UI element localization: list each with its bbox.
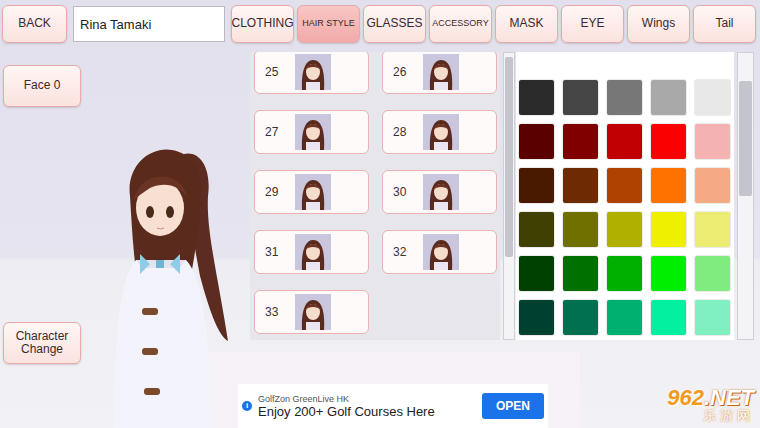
hair-thumbnail [295,294,331,330]
top-bar: BACKRina TamakiCLOTHINGHAIR STYLEGLASSES… [0,0,760,44]
face-button[interactable]: Face 0 [3,65,81,107]
character-model[interactable] [100,136,250,428]
color-swatch[interactable] [607,124,642,159]
color-swatch[interactable] [651,300,686,335]
color-palette [516,52,734,340]
ad-headline: Enjoy 200+ Golf Courses Here [258,404,476,419]
color-swatch[interactable] [563,256,598,291]
hair-thumbnail [423,174,459,210]
name-field[interactable]: Rina Tamaki [73,6,225,42]
color-swatch[interactable] [695,300,730,335]
hair-style-item[interactable]: 33 [254,290,369,334]
category-tabs: CLOTHINGHAIR STYLEGLASSESACCESSORYMASKEY… [231,5,756,43]
hair-thumbnail [423,54,459,90]
color-swatch[interactable] [563,212,598,247]
watermark: 962.NET乐游网 [667,387,754,422]
color-swatch[interactable] [651,256,686,291]
character-editor: BACKRina TamakiCLOTHINGHAIR STYLEGLASSES… [0,0,760,428]
color-swatch[interactable] [519,80,554,115]
hair-style-item[interactable]: 27 [254,110,369,154]
back-button[interactable]: BACK [2,5,67,43]
hair-style-item[interactable]: 32 [382,230,497,274]
color-swatch[interactable] [607,212,642,247]
color-swatch[interactable] [695,212,730,247]
ad-advertiser: GolfZon GreenLive HK [258,394,476,404]
category-tab[interactable]: CLOTHING [231,5,294,43]
hair-thumbnail [295,174,331,210]
color-swatch[interactable] [695,168,730,203]
color-swatch[interactable] [651,212,686,247]
color-swatch[interactable] [563,300,598,335]
hair-style-item[interactable]: 30 [382,170,497,214]
hair-style-item[interactable]: 31 [254,230,369,274]
ad-area: i GolfZon GreenLive HKEnjoy 200+ Golf Cou… [185,352,580,428]
color-swatch[interactable] [651,168,686,203]
character-change-button[interactable]: Character Change [3,322,81,364]
category-tab[interactable]: ACCESSORY [429,5,492,43]
color-swatch[interactable] [519,256,554,291]
hair-style-item[interactable]: 25 [254,52,369,94]
hair-thumbnail [295,234,331,270]
hair-style-item[interactable]: 28 [382,110,497,154]
color-swatch[interactable] [519,300,554,335]
color-swatch[interactable] [695,124,730,159]
category-tab[interactable]: EYE [561,5,624,43]
color-swatch[interactable] [651,124,686,159]
color-swatch[interactable] [519,168,554,203]
color-swatch[interactable] [607,80,642,115]
color-swatch[interactable] [519,124,554,159]
category-tab[interactable]: GLASSES [363,5,426,43]
color-swatch[interactable] [563,80,598,115]
hair-thumbnail [423,234,459,270]
hair-style-item[interactable]: 26 [382,52,497,94]
color-swatch[interactable] [519,212,554,247]
color-swatch[interactable] [563,168,598,203]
color-swatch[interactable] [607,300,642,335]
category-tab[interactable]: HAIR STYLE [297,5,360,43]
category-tab[interactable]: MASK [495,5,558,43]
list-scrollbar[interactable] [503,52,515,340]
info-icon[interactable]: i [242,401,252,411]
category-tab[interactable]: Wings [627,5,690,43]
palette-scrollbar[interactable] [737,52,754,340]
hair-style-item[interactable]: 29 [254,170,369,214]
color-swatch[interactable] [695,80,730,115]
color-swatch[interactable] [607,168,642,203]
hair-thumbnail [295,114,331,150]
color-swatch[interactable] [651,80,686,115]
hair-thumbnail [295,54,331,90]
editor-body: Face 0 Character Change 25 26 27 28 29 30 31 32 33 [0,52,760,364]
color-swatch[interactable] [695,256,730,291]
hair-thumbnail [423,114,459,150]
color-swatch[interactable] [607,256,642,291]
category-tab[interactable]: Tail [693,5,756,43]
ad-banner[interactable]: i GolfZon GreenLive HKEnjoy 200+ Golf Cou… [238,384,548,428]
color-swatch[interactable] [563,124,598,159]
ad-open-button[interactable]: OPEN [482,393,544,419]
hair-style-list: 25 26 27 28 29 30 31 32 33 [250,52,500,340]
